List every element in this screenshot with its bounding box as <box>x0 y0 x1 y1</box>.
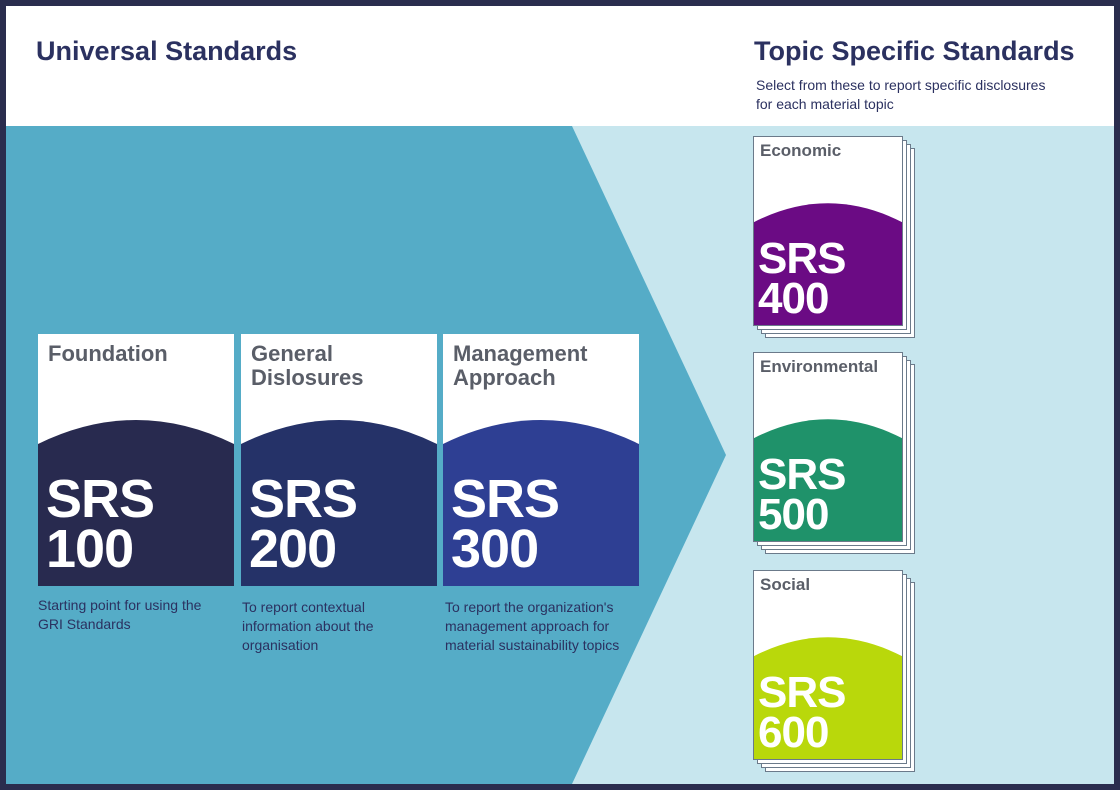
card-title: Economic <box>760 141 842 160</box>
srs-label: SRS 500 <box>758 450 846 539</box>
card-title: Environmental <box>760 357 879 376</box>
universal-title: Universal Standards <box>36 36 298 66</box>
srs-label: SRS 200 <box>249 469 358 579</box>
card-title: Management Approach <box>453 341 588 390</box>
stack-srs-400: Economic SRS 400 <box>753 136 923 338</box>
srs-label: SRS 100 <box>46 469 155 579</box>
card-description: To report the organization's management … <box>445 599 620 653</box>
card-title: Social <box>760 575 811 594</box>
stack-srs-500: Environmental SRS 500 <box>753 352 923 554</box>
card-srs-500: Environmental SRS 500 <box>753 352 903 542</box>
diagram-frame: Universal Standards Topic Specific Stand… <box>0 0 1120 790</box>
stack-srs-600: Social SRS 600 <box>753 570 923 772</box>
card-srs-300: Management Approach SRS 300 <box>443 334 639 586</box>
card-srs-400: Economic SRS 400 <box>753 136 903 326</box>
diagram-canvas: Universal Standards Topic Specific Stand… <box>6 6 1114 784</box>
card-description: To report contextual information about t… <box>242 599 374 653</box>
card-title: Foundation <box>48 341 168 366</box>
card-srs-200: General Dislosures SRS 200 <box>241 334 437 586</box>
topic-title: Topic Specific Standards <box>754 36 1075 66</box>
card-description: Starting point for using the GRI Standar… <box>38 597 202 632</box>
topic-subtitle: Select from these to report specific dis… <box>756 77 1046 112</box>
srs-label: SRS 600 <box>758 668 846 757</box>
card-srs-600: Social SRS 600 <box>753 570 903 760</box>
srs-label: SRS 400 <box>758 234 846 323</box>
card-title: General Dislosures <box>251 341 364 390</box>
srs-label: SRS 300 <box>451 469 560 579</box>
card-srs-100: Foundation SRS 100 <box>38 334 234 586</box>
